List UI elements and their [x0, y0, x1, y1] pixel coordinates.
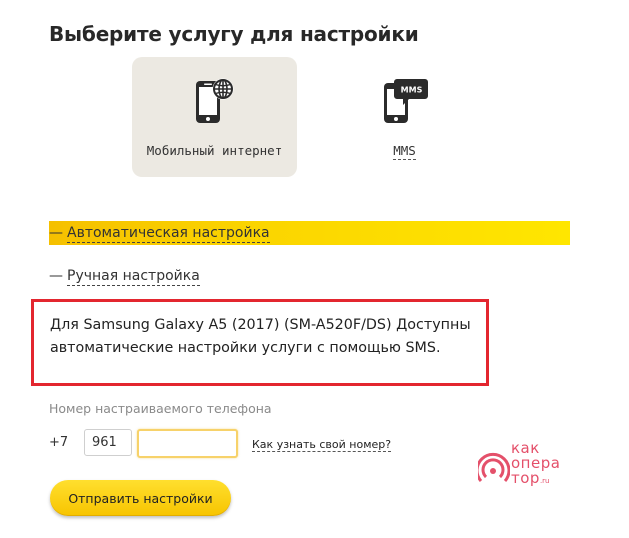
watermark-text: тор — [511, 469, 540, 487]
info-note-line: Для Samsung Galaxy A5 (2017) (SM-A520F/D… — [50, 317, 471, 333]
service-label: Мобильный интернет — [146, 143, 283, 158]
service-label[interactable]: MMS — [393, 143, 416, 160]
service-mms[interactable]: MMS MMS — [322, 57, 487, 177]
phone-mms-icon: MMS — [383, 79, 428, 123]
mms-badge-text: MMS — [400, 86, 422, 95]
option-manual-label[interactable]: Ручная настройка — [67, 268, 200, 286]
info-note: Для Samsung Galaxy A5 (2017) (SM-A520F/D… — [31, 299, 489, 386]
service-mobile-internet[interactable]: Мобильный интернет — [132, 57, 297, 177]
option-dash: — — [49, 225, 63, 241]
option-auto-label[interactable]: Автоматическая настройка — [67, 225, 270, 243]
phone-label: Номер настраиваемого телефона — [49, 401, 272, 416]
operator-code-input[interactable] — [84, 429, 132, 456]
country-prefix: +7 — [49, 435, 69, 450]
option-auto-setup[interactable]: — Автоматическая настройка — [49, 225, 270, 243]
option-manual-setup[interactable]: — Ручная настройка — [49, 268, 200, 286]
how-to-know-number-link[interactable]: Как узнать свой номер? — [252, 438, 392, 452]
watermark-tld: .ru — [539, 477, 550, 485]
option-dash: — — [49, 268, 63, 284]
phone-globe-icon — [195, 78, 233, 123]
page-title: Выберите услугу для настройки — [49, 22, 419, 46]
signal-logo-icon — [478, 452, 510, 482]
send-settings-button[interactable]: Отправить настройки — [50, 480, 231, 516]
info-note-line: автоматические настройки услуги с помощь… — [50, 340, 441, 356]
watermark-logo: как опера тор.ru — [478, 441, 598, 491]
phone-number-input[interactable] — [137, 429, 238, 458]
